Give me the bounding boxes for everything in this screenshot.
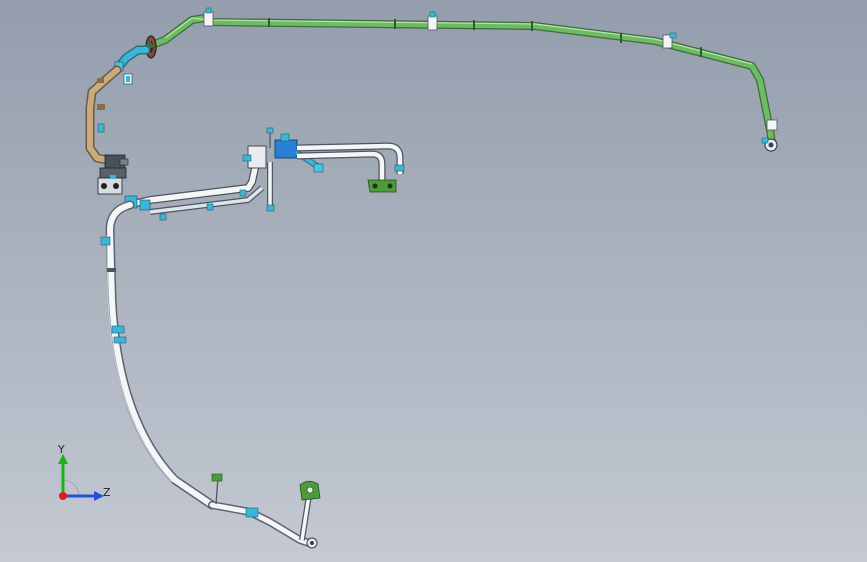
green-pipe-run[interactable]: [148, 14, 776, 147]
mount-stud[interactable]: [211, 473, 223, 505]
vertical-drop-pipe[interactable]: [266, 127, 275, 212]
model-viewport[interactable]: Y Z: [0, 0, 867, 562]
z-axis-label: Z: [103, 486, 111, 499]
pipe-clamp[interactable]: [766, 119, 778, 131]
pipe-clamp[interactable]: [427, 11, 438, 31]
bottom-vertical-pipe[interactable]: [299, 494, 312, 541]
bottom-bracket[interactable]: [299, 480, 321, 501]
y-axis-label: Y: [58, 443, 65, 456]
pipe-assembly-model[interactable]: [0, 0, 867, 562]
x-axis-dot: [59, 492, 67, 500]
green-bracket[interactable]: [367, 179, 397, 193]
middle-pipe-run[interactable]: [124, 150, 266, 221]
tan-hose[interactable]: [85, 65, 122, 165]
pipe-clamp[interactable]: [203, 7, 214, 27]
white-hose-run[interactable]: [105, 200, 217, 510]
pipe-end-fitting[interactable]: [761, 137, 778, 152]
